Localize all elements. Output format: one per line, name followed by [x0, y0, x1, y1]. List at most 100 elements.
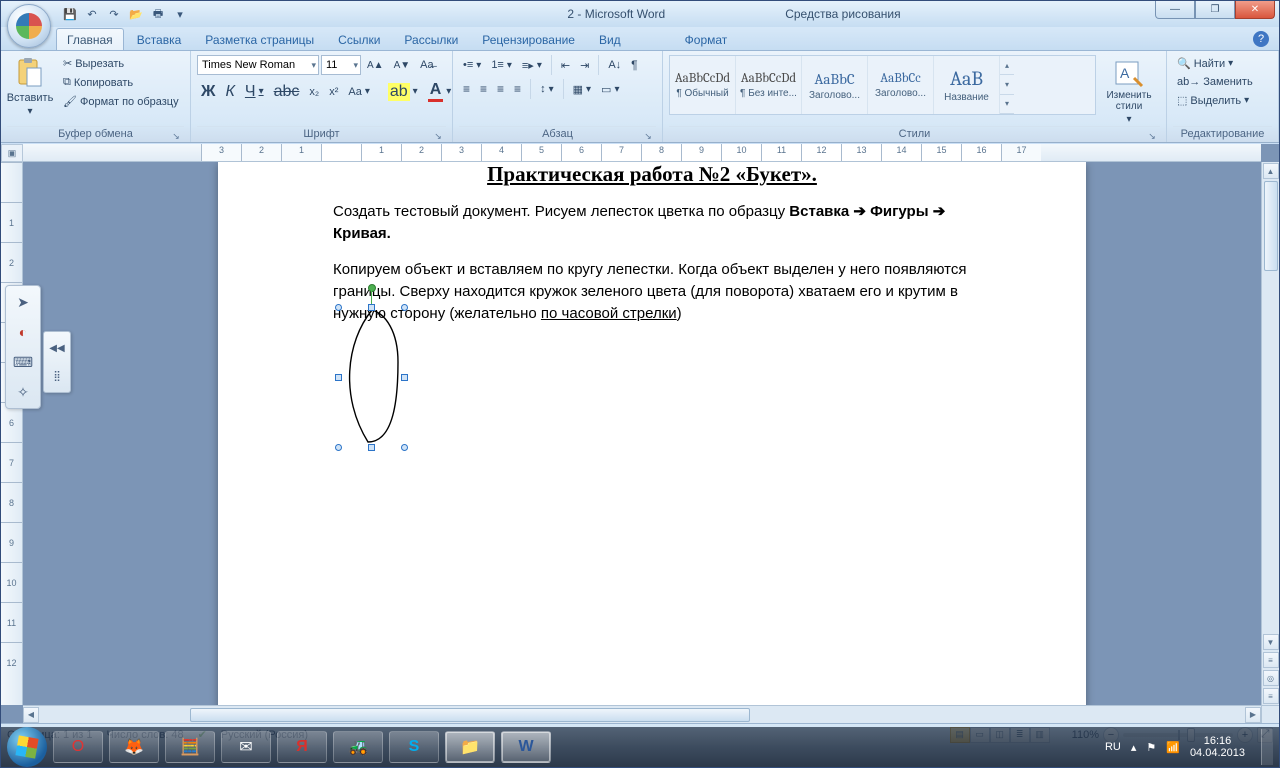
superscript-button[interactable]: x²	[325, 84, 342, 100]
taskbar-explorer-icon[interactable]: 📁	[445, 731, 495, 763]
sort-button[interactable]: A↓	[604, 57, 625, 73]
find-button[interactable]: 🔍Найти▾	[1173, 55, 1272, 72]
borders-button[interactable]: ▭▾	[597, 81, 623, 98]
tray-network-icon[interactable]: 📶	[1166, 741, 1180, 754]
browse-object-icon[interactable]: ◎	[1263, 670, 1279, 686]
bullets-button[interactable]: •≡▾	[459, 57, 485, 73]
resize-handle-se[interactable]	[401, 444, 408, 451]
grow-font-button[interactable]: A▲	[363, 58, 388, 73]
style-title[interactable]: AaBНазвание	[934, 56, 1000, 114]
font-color-button[interactable]: A▾	[424, 79, 456, 104]
floating-toolbar-2[interactable]: ◀◀ ⣿	[43, 331, 71, 393]
copy-button[interactable]: ⧉Копировать	[59, 74, 183, 91]
multilevel-button[interactable]: ≡▸▾	[518, 57, 546, 74]
change-case-button[interactable]: Aa▾	[344, 84, 374, 100]
color-tool-icon[interactable]: ◐	[10, 320, 36, 344]
close-button[interactable]: ✕	[1235, 1, 1275, 19]
document-area[interactable]: Практическая работа №2 «Букет». Создать …	[23, 162, 1261, 705]
paste-button[interactable]: Вставить ▾	[7, 55, 53, 120]
align-left-button[interactable]: ≡	[459, 80, 474, 98]
scroll-up-icon[interactable]: ▲	[1263, 163, 1279, 179]
italic-button[interactable]: К	[221, 81, 238, 103]
style-gallery[interactable]: AaBbCcDd¶ Обычный AaBbCcDd¶ Без инте... …	[669, 55, 1096, 115]
qat-print-icon[interactable]: 🖶	[149, 5, 167, 23]
next-page-icon[interactable]: ≡	[1263, 688, 1279, 704]
rotate-handle[interactable]	[368, 284, 376, 292]
style-normal[interactable]: AaBbCcDd¶ Обычный	[670, 56, 736, 114]
tab-home[interactable]: Главная	[56, 28, 124, 50]
style-no-spacing[interactable]: AaBbCcDd¶ Без инте...	[736, 56, 802, 114]
qat-open-icon[interactable]: 📂	[127, 5, 145, 23]
keyboard-tool-icon[interactable]: ⌨	[10, 350, 36, 374]
scroll-down-icon[interactable]: ▼	[1263, 634, 1279, 650]
resize-handle-n[interactable]	[368, 304, 375, 311]
help-icon[interactable]: ?	[1253, 31, 1269, 47]
grid-icon[interactable]: ⣿	[44, 364, 70, 388]
tab-format[interactable]: Формат	[674, 28, 739, 50]
format-painter-button[interactable]: 🖌Формат по образцу	[59, 93, 183, 110]
change-styles-button[interactable]: A Изменить стили▾	[1098, 55, 1160, 123]
selected-shape[interactable]	[338, 302, 406, 452]
ruler-corner[interactable]: ▣	[1, 144, 23, 162]
qat-redo-icon[interactable]: ↷	[105, 5, 123, 23]
floating-toolbar[interactable]: ➤ ◐ ⌨ ✧	[5, 285, 41, 409]
decrease-indent-button[interactable]: ⇤	[557, 57, 574, 74]
shading-button[interactable]: ▦▾	[569, 81, 595, 98]
tab-view[interactable]: Вид	[588, 28, 632, 50]
settings-tool-icon[interactable]: ✧	[10, 380, 36, 404]
taskbar-yandex-icon[interactable]: Я	[277, 731, 327, 763]
tab-review[interactable]: Рецензирование	[471, 28, 586, 50]
replace-button[interactable]: ab→Заменить	[1173, 74, 1272, 90]
resize-handle-s[interactable]	[368, 444, 375, 451]
tray-clock[interactable]: 16:1604.04.2013	[1190, 735, 1245, 759]
resize-handle-sw[interactable]	[335, 444, 342, 451]
subscript-button[interactable]: x₂	[305, 84, 323, 100]
clipboard-dialog-launcher[interactable]: ↘	[170, 129, 182, 141]
tab-mailings[interactable]: Рассылки	[393, 28, 469, 50]
vscroll-thumb[interactable]	[1264, 181, 1278, 271]
tray-language[interactable]: RU	[1105, 741, 1121, 753]
taskbar-firefox-icon[interactable]: 🦊	[109, 731, 159, 763]
collapse-left-icon[interactable]: ◀◀	[44, 336, 70, 360]
start-button[interactable]	[7, 727, 47, 767]
taskbar-skype-icon[interactable]: S	[389, 731, 439, 763]
increase-indent-button[interactable]: ⇥	[576, 57, 593, 74]
qat-undo-icon[interactable]: ↶	[83, 5, 101, 23]
vertical-scrollbar[interactable]: ▲ ▼ ≡ ◎ ≡	[1261, 162, 1279, 705]
style-gallery-more[interactable]: ▴▾▾	[1000, 56, 1014, 114]
highlight-button[interactable]: ab▾	[384, 81, 422, 103]
taskbar-calc-icon[interactable]: 🧮	[165, 731, 215, 763]
line-spacing-button[interactable]: ↕▾	[536, 81, 558, 97]
align-center-button[interactable]: ≡	[476, 80, 491, 98]
justify-button[interactable]: ≡	[510, 80, 525, 98]
scroll-right-icon[interactable]: ▶	[1245, 707, 1261, 723]
tray-arrow-icon[interactable]: ▴	[1131, 741, 1137, 754]
paragraph-dialog-launcher[interactable]: ↘	[642, 129, 654, 141]
resize-handle-w[interactable]	[335, 374, 342, 381]
resize-handle-e[interactable]	[401, 374, 408, 381]
show-marks-button[interactable]: ¶	[627, 56, 641, 74]
taskbar-app-icon[interactable]: 🚜	[333, 731, 383, 763]
office-button[interactable]	[7, 4, 51, 48]
underline-button[interactable]: Ч▾	[241, 81, 268, 103]
vertical-ruler[interactable]: 123456789101112	[1, 162, 23, 705]
cut-button[interactable]: ✂Вырезать	[59, 55, 183, 72]
resize-handle-nw[interactable]	[335, 304, 342, 311]
font-dialog-launcher[interactable]: ↘	[432, 129, 444, 141]
horizontal-ruler[interactable]: 3211234567891011121314151617	[23, 144, 1261, 162]
maximize-button[interactable]: ❐	[1195, 1, 1235, 19]
align-right-button[interactable]: ≡	[493, 80, 508, 98]
scroll-left-icon[interactable]: ◀	[23, 707, 39, 723]
styles-dialog-launcher[interactable]: ↘	[1146, 129, 1158, 141]
taskbar-opera-icon[interactable]: O	[53, 731, 103, 763]
style-heading1[interactable]: AaBbCЗаголово...	[802, 56, 868, 114]
prev-page-icon[interactable]: ≡	[1263, 652, 1279, 668]
clear-formatting-button[interactable]: Aa̶	[416, 57, 437, 73]
tab-references[interactable]: Ссылки	[327, 28, 391, 50]
select-button[interactable]: ⬚Выделить▾	[1173, 92, 1272, 109]
taskbar-word-icon[interactable]: W	[501, 731, 551, 763]
resize-handle-ne[interactable]	[401, 304, 408, 311]
tray-flag-icon[interactable]: ⚑	[1146, 741, 1156, 754]
tab-insert[interactable]: Вставка	[126, 28, 193, 50]
taskbar-mail-icon[interactable]: ✉	[221, 731, 271, 763]
